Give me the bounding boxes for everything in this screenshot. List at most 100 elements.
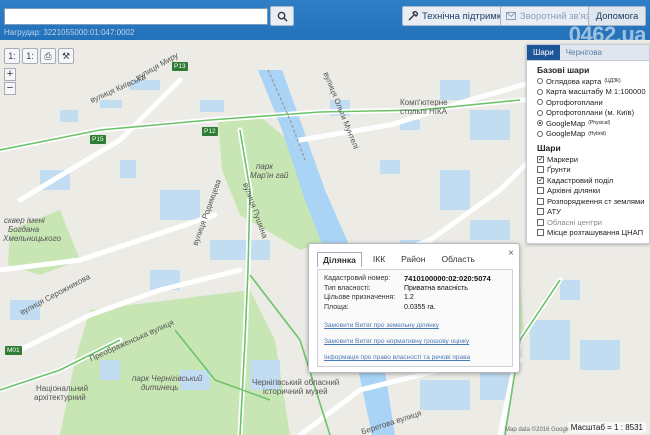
field-value: 0.0355 га. [404, 303, 436, 311]
overlay-layer-label: АТУ [547, 207, 561, 217]
overlay-layer-label: Кадастровий поділ [547, 175, 614, 185]
base-layer-option[interactable]: Оглядова карта (ЦДЗК) [537, 76, 649, 87]
parcel-link[interactable]: Замовити Витяг про нормативну грошову оц… [324, 338, 506, 345]
radio-button[interactable] [537, 99, 543, 106]
checkbox[interactable] [537, 166, 544, 174]
zoom-control: + − [4, 68, 16, 96]
map-copyright: Map data ©2016 Google [505, 427, 571, 433]
field-label: Тип власності: [324, 284, 371, 292]
base-layer-label: Оглядова карта [546, 76, 602, 86]
search-input[interactable] [4, 8, 268, 25]
parcel-fields: Кадастровий номер: 7410100000:02:020:5074… [324, 274, 506, 312]
map-label-park: парк Чернігівський [132, 374, 203, 383]
parcel-popup: Ділянка ІКК Район Область × Кадастровий … [308, 243, 520, 373]
base-layer-label: Ортофотоплани (м. Київ) [546, 108, 635, 118]
map-label-poi: Національний [36, 384, 89, 393]
overlay-layer-option[interactable]: Ґрунти [537, 165, 649, 176]
layers-tabs: Шари Чернігова [527, 45, 649, 61]
ruler-icon: 1: [8, 51, 16, 61]
overlay-layer-label: Розпорядження ст землями [547, 196, 645, 206]
field-value: 7410100000:02:020:5074 [404, 274, 491, 283]
overlay-layer-option[interactable]: Місце розташування ЦНАП [537, 228, 649, 239]
overlay-layer-option[interactable]: ✓ Кадастровий поділ [537, 175, 649, 186]
wrench-icon [408, 11, 418, 21]
layers-panel: Шари Чернігова Базові шари Оглядова карт… [526, 44, 650, 244]
zoom-in-button[interactable]: + [4, 68, 16, 81]
map-label-poi: Чернігівський обласний [252, 378, 340, 387]
parcel-field-row: Цільове призначення: 1.2 [324, 293, 506, 303]
checkbox[interactable] [537, 197, 544, 205]
popup-content: Кадастровий номер: 7410100000:02:020:5074… [317, 269, 513, 367]
overlay-layers-list: ✓ Маркери Ґрунти ✓ Кадастровий поділ Архівні … [527, 154, 649, 238]
checkbox[interactable]: ✓ [537, 176, 544, 184]
support-label: Технічна підтримка [422, 10, 507, 22]
base-layer-option[interactable]: Ортофотоплани (м. Київ) [537, 108, 649, 119]
ruler-distance-button[interactable]: 1: [4, 48, 20, 64]
map-label-park: дитинець [141, 383, 179, 392]
overlay-layers-title: Шари [537, 143, 561, 153]
radio-button[interactable] [537, 78, 543, 85]
printer-icon: ⎙ [44, 50, 52, 61]
base-layer-note: (Hybrid) [588, 130, 607, 137]
overlay-layer-option[interactable]: ✓ Маркери [537, 154, 649, 165]
checkbox[interactable] [537, 187, 544, 195]
search-button[interactable] [270, 6, 294, 26]
map-label-poi: Комп'ютерне [400, 98, 448, 107]
tab-chernihiv[interactable]: Чернігова [560, 45, 608, 60]
parcel-field-row: Тип власності: Приватна власність [324, 284, 506, 294]
radio-button[interactable] [537, 109, 543, 116]
field-label: Цільове призначення: [324, 294, 396, 301]
overlay-layer-option[interactable]: Розпорядження ст землями [537, 196, 649, 207]
help-label: Допомога [595, 10, 639, 22]
overlay-layer-option[interactable]: АТУ [537, 207, 649, 218]
base-layer-note: (Physical) [588, 120, 611, 127]
popup-tab-region[interactable]: Область [436, 252, 479, 267]
cadastral-subtitle: Нагрудар: 3221055000:01:047:0002 [4, 28, 135, 37]
radio-button[interactable] [537, 130, 543, 137]
base-layer-option[interactable]: GoogleMap (Hybrid) [537, 129, 649, 140]
support-button[interactable]: Технічна підтримка [402, 6, 513, 26]
base-layer-label: GoogleMap [546, 118, 586, 128]
road-badge: P12 [202, 127, 218, 136]
radio-button[interactable] [537, 120, 543, 127]
base-layer-label: GoogleMap [546, 129, 586, 139]
map-label-park: парк [256, 162, 274, 171]
parcel-field-row: Кадастровий номер: 7410100000:02:020:5074 [324, 274, 506, 284]
checkbox[interactable] [537, 208, 544, 216]
map-label-poi: архітектурний [34, 393, 86, 402]
map-label-park: сквер імені [4, 216, 45, 225]
parcel-links: Замовити Витяг про земельну ділянку Замов… [324, 322, 506, 361]
base-layer-option[interactable]: GoogleMap (Physical) [537, 118, 649, 129]
overlay-layer-label: Ґрунти [547, 165, 571, 175]
checkbox[interactable] [537, 218, 544, 226]
base-layer-option[interactable]: Ортофотоплани [537, 97, 649, 108]
zoom-out-button[interactable]: − [4, 82, 16, 95]
close-icon[interactable]: × [508, 248, 514, 259]
popup-tabs: Ділянка ІКК Район Область [317, 252, 480, 267]
popup-tab-parcel[interactable]: Ділянка [317, 252, 362, 267]
overlay-layer-label: Архівні ділянки [547, 186, 601, 196]
print-button[interactable]: ⎙ [40, 48, 56, 64]
map-toolbar: 1: 1: ⎙ ⚒ [4, 48, 74, 64]
parcel-link[interactable]: Замовити Витяг про земельну ділянку [324, 322, 506, 329]
radio-button[interactable] [537, 88, 543, 95]
map-label-park: Богдана [8, 225, 40, 234]
parcel-link[interactable]: Інформація про право власності та речові… [324, 354, 506, 361]
envelope-icon [506, 12, 516, 20]
ruler-area-button[interactable]: 1: [22, 48, 38, 64]
overlay-layer-label: Місце розташування ЦНАП [547, 228, 644, 238]
overlay-layer-option[interactable]: Обласні центри [537, 217, 649, 228]
overlay-layer-option[interactable]: Архівні ділянки [537, 186, 649, 197]
map-label-poi: стольпі НІКА [400, 107, 448, 116]
tab-layers[interactable]: Шари [527, 45, 560, 60]
base-layer-option[interactable]: Карта масштабу М 1:100000 [537, 87, 649, 98]
checkbox[interactable] [537, 229, 544, 237]
checkbox[interactable]: ✓ [537, 155, 544, 163]
field-value: 1.2 [404, 294, 414, 301]
field-label: Кадастровий номер: [324, 275, 391, 282]
popup-tab-district[interactable]: Район [396, 252, 430, 267]
base-layer-note: (ЦДЗК) [604, 78, 621, 85]
popup-tab-ikk[interactable]: ІКК [368, 252, 390, 267]
tools-button[interactable]: ⚒ [58, 48, 74, 64]
road-badge: M01 [5, 346, 22, 355]
